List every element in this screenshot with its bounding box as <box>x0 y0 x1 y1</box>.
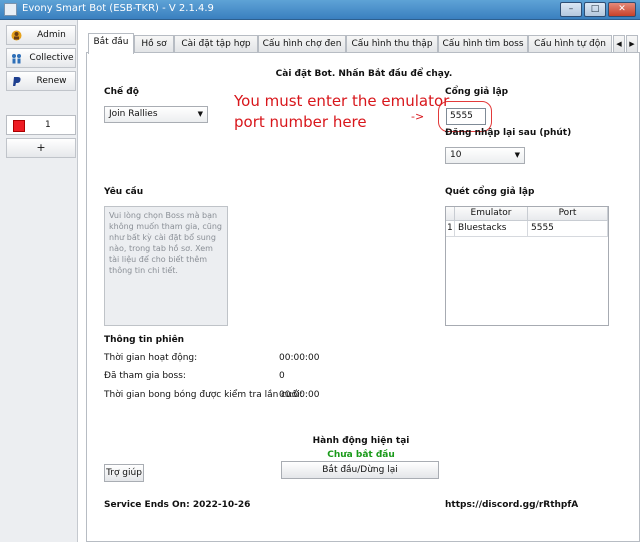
panel-heading: Cài đặt Bot. Nhấn Bắt đầu để chạy. <box>275 69 453 79</box>
start-panel: Cài đặt Bot. Nhấn Bắt đầu để chạy. Chế đ… <box>86 52 640 542</box>
tab-start[interactable]: Bắt đầu <box>88 33 134 54</box>
collective-label: Collective <box>29 53 74 63</box>
collective-button[interactable]: Collective <box>6 48 76 68</box>
instance-tab-1[interactable]: 1 <box>6 115 76 135</box>
relogin-select-value: 10 <box>450 150 462 160</box>
discord-link[interactable]: https://discord.gg/rRthpfA <box>445 500 578 510</box>
maximize-button[interactable]: □ <box>584 2 606 17</box>
boss-joined-label: Đã tham gia boss: <box>104 371 186 381</box>
uptime-label: Thời gian hoạt động: <box>104 353 198 363</box>
admin-icon <box>11 30 22 41</box>
people-icon <box>11 53 22 64</box>
tab-profile[interactable]: Hồ sơ <box>134 35 174 53</box>
instance-number: 1 <box>45 120 51 130</box>
minimize-button[interactable]: – <box>560 2 582 17</box>
app-icon <box>4 3 17 16</box>
instance-color-swatch <box>13 120 25 132</box>
emulator-table: Emulator Port 1 Bluestacks 5555 <box>445 206 609 326</box>
column-emulator[interactable]: Emulator <box>455 207 528 221</box>
current-action-label: Hành động hiện tại <box>312 436 410 446</box>
tab-boss-config[interactable]: Cấu hình tìm boss <box>438 35 528 53</box>
window-title: Evony Smart Bot (ESB-TKR) - V 2.1.4.9 <box>22 3 214 14</box>
tab-rally-settings[interactable]: Cài đặt tập hợp <box>174 35 258 53</box>
admin-button[interactable]: Admin <box>6 25 76 45</box>
mode-label: Chế độ <box>104 87 139 97</box>
start-stop-button[interactable]: Bắt đầu/Dừng lại <box>281 461 439 479</box>
scan-emulator-label: Quét cổng giả lập <box>445 187 535 197</box>
request-label: Yêu cầu <box>104 187 144 197</box>
close-button[interactable]: ✕ <box>608 2 636 17</box>
bubble-check-value: 00:00:00 <box>279 390 320 400</box>
chevron-down-icon: ▼ <box>514 151 520 159</box>
annotation-line-2: port number here <box>234 113 367 131</box>
admin-label: Admin <box>37 30 66 40</box>
annotation-arrow: -> <box>411 110 425 123</box>
title-bar: Evony Smart Bot (ESB-TKR) - V 2.1.4.9 – … <box>0 0 640 20</box>
chevron-down-icon: ▼ <box>197 110 203 118</box>
relogin-select[interactable]: 10 ▼ <box>445 147 525 164</box>
status-text: Chưa bắt đầu <box>327 450 395 460</box>
tab-scroll-right[interactable]: ▶ <box>626 35 638 53</box>
table-corner <box>446 207 455 221</box>
mode-select-value: Join Rallies <box>109 109 158 119</box>
row-index: 1 <box>446 221 455 237</box>
session-info-label: Thông tin phiên <box>104 335 185 345</box>
mode-select[interactable]: Join Rallies ▼ <box>104 106 208 123</box>
tab-scroll-left[interactable]: ◀ <box>613 35 625 53</box>
bubble-check-label: Thời gian bong bóng được kiểm tra lần cu… <box>104 390 303 400</box>
emulator-port-label: Cổng giả lập <box>445 87 509 97</box>
tab-bar: Bắt đầu Hồ sơ Cài đặt tập hợp Cấu hình c… <box>86 33 640 54</box>
sidebar: Admin Collective Renew 1 + <box>0 20 78 542</box>
column-port[interactable]: Port <box>528 207 608 221</box>
tab-gather-config[interactable]: Cấu hình thu thập <box>346 35 438 53</box>
add-instance-button[interactable]: + <box>6 138 76 158</box>
row-port[interactable]: 5555 <box>528 221 608 237</box>
renew-label: Renew <box>36 76 67 86</box>
help-button[interactable]: Trợ giúp <box>104 464 144 482</box>
tab-black-market[interactable]: Cấu hình chợ đen <box>258 35 346 53</box>
row-emulator[interactable]: Bluestacks <box>455 221 528 237</box>
service-ends-text: Service Ends On: 2022-10-26 <box>104 500 251 510</box>
renew-button[interactable]: Renew <box>6 71 76 91</box>
relogin-label: Đăng nhập lại sau (phút) <box>445 128 572 138</box>
request-textarea[interactable]: Vui lòng chọn Boss mà bạn không muốn tha… <box>104 206 228 326</box>
uptime-value: 00:00:00 <box>279 353 320 363</box>
paypal-icon <box>11 76 22 87</box>
tab-auto-config[interactable]: Cấu hình tự độn <box>528 35 612 53</box>
boss-joined-value: 0 <box>279 371 285 381</box>
